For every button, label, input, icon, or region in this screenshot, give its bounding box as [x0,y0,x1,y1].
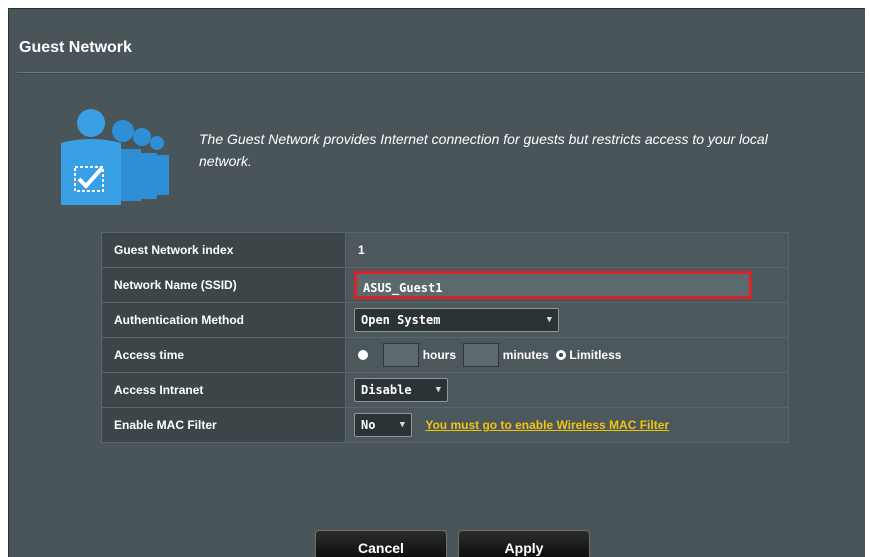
table-row: Access Intranet Disable ▼ [101,372,789,408]
dropdown-arrow-icon: ▼ [399,420,405,430]
table-row: Authentication Method Open System ▼ [101,302,789,338]
title-divider [17,72,865,74]
table-row: Enable MAC Filter No ▼ You must go to en… [101,407,789,443]
mac-filter-label: Enable MAC Filter [101,407,346,443]
guest-network-settings-table: Guest Network index 1 Network Name (SSID… [101,232,789,443]
access-time-label: Access time [101,337,346,373]
guest-network-panel: Guest Network The Guest Network provides… [8,8,865,557]
apply-button[interactable]: Apply [458,530,590,557]
access-intranet-label: Access Intranet [101,372,346,408]
dropdown-arrow-icon: ▼ [435,385,441,395]
index-value: 1 [345,232,789,268]
mac-filter-value: No [361,418,376,432]
mac-filter-select[interactable]: No ▼ [354,413,412,437]
table-row: Network Name (SSID) ASUS_Guest1 [101,267,789,303]
limitless-label: Limitless [569,348,622,362]
index-label: Guest Network index [101,232,346,268]
access-intranet-value: Disable [361,383,412,397]
cancel-button[interactable]: Cancel [315,530,447,557]
auth-method-value: Open System [361,313,441,327]
dropdown-arrow-icon: ▼ [546,315,552,325]
guest-network-description: The Guest Network provides Internet conn… [199,131,768,169]
minutes-input[interactable] [463,343,500,367]
timed-access-radio[interactable] [358,350,368,360]
table-row: Access time hours minutes Limitless [101,337,789,373]
page-title: Guest Network [19,39,132,56]
auth-method-select[interactable]: Open System ▼ [354,308,559,332]
minutes-label: minutes [502,348,549,362]
ssid-label: Network Name (SSID) [101,267,346,303]
enable-mac-filter-link[interactable]: You must go to enable Wireless MAC Filte… [425,418,669,432]
hours-input[interactable] [383,343,420,367]
limitless-radio[interactable] [556,350,567,360]
hours-label: hours [422,348,457,362]
table-row: Guest Network index 1 [101,232,789,268]
guest-people-icon [61,109,169,205]
auth-method-label: Authentication Method [101,302,346,338]
access-intranet-select[interactable]: Disable ▼ [354,378,448,402]
ssid-input[interactable]: ASUS_Guest1 [354,271,752,299]
